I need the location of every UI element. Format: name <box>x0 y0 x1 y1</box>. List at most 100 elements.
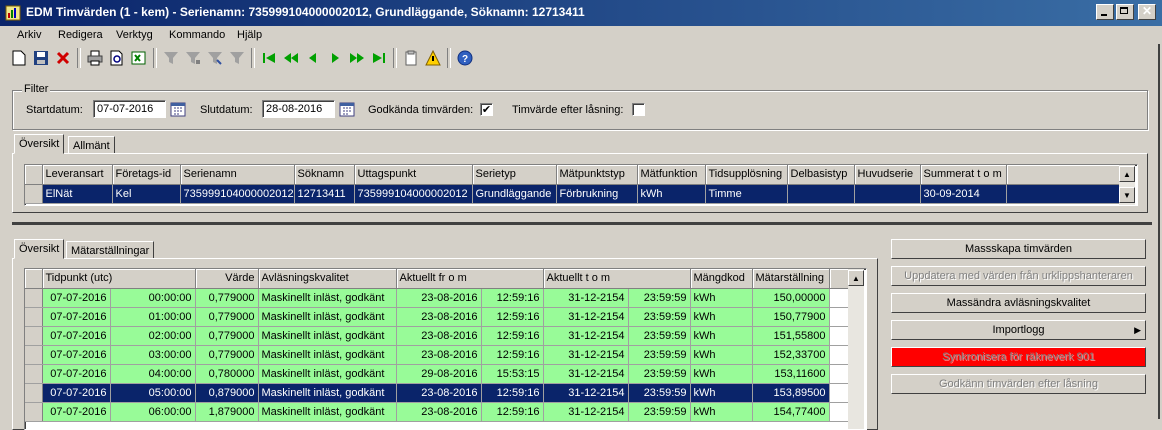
maximize-button[interactable] <box>1116 4 1134 20</box>
last-record-icon[interactable] <box>368 47 390 69</box>
table-cell[interactable]: 153,89500 <box>752 383 830 403</box>
row-header[interactable] <box>25 364 43 384</box>
column-header[interactable]: Uttagspunkt <box>354 165 473 185</box>
scroll-down-icon[interactable]: ▼ <box>1119 187 1135 203</box>
table-cell[interactable]: 01:00:00 <box>110 307 196 327</box>
table-cell[interactable] <box>854 184 921 204</box>
column-header[interactable]: Söknamn <box>294 165 355 185</box>
table-cell[interactable]: 15:53:15 <box>481 364 544 384</box>
table-cell[interactable]: kWh <box>637 184 706 204</box>
table-cell[interactable] <box>787 184 855 204</box>
tab-allmant[interactable]: Allmänt <box>68 136 115 154</box>
tab-oversikt-bottom[interactable]: Översikt <box>14 239 65 259</box>
menu-redigera[interactable]: Redigera <box>58 29 103 41</box>
table-cell[interactable]: Kel <box>112 184 181 204</box>
column-header[interactable]: Värde <box>195 269 259 289</box>
table-cell[interactable]: Maskinellt inläst, godkänt <box>258 402 397 422</box>
table-cell[interactable]: 31-12-2154 <box>543 288 629 308</box>
column-header[interactable]: Tidsupplösning <box>705 165 788 185</box>
column-header[interactable]: Aktuellt t o m <box>543 269 691 289</box>
table-cell[interactable]: 31-12-2154 <box>543 383 629 403</box>
table-row[interactable]: 07-07-2016 01:00:00 0,779000 Maskinellt … <box>25 307 849 327</box>
table-row[interactable]: 07-07-2016 00:00:00 0,779000 Maskinellt … <box>25 288 849 308</box>
menu-kommando[interactable]: Kommando <box>169 29 225 41</box>
tab-matarstallningar[interactable]: Mätarställningar <box>66 241 155 259</box>
mass-change-quality-button[interactable]: Massändra avläsningskvalitet <box>891 293 1146 313</box>
menu-verktyg[interactable]: Verktyg <box>116 29 153 41</box>
table-cell[interactable]: Maskinellt inläst, godkänt <box>258 307 397 327</box>
column-header[interactable]: Aktuellt fr o m <box>396 269 544 289</box>
table-cell[interactable]: 23-08-2016 <box>396 326 482 346</box>
column-header[interactable]: Mängdkod <box>690 269 753 289</box>
previous-record-icon[interactable] <box>302 47 324 69</box>
row-header[interactable] <box>25 383 43 403</box>
next-page-icon[interactable] <box>346 47 368 69</box>
table-cell[interactable]: 23-08-2016 <box>396 402 482 422</box>
minimize-button[interactable] <box>1096 4 1114 20</box>
table-cell[interactable]: ElNät <box>42 184 113 204</box>
remove-filter-icon[interactable] <box>226 47 248 69</box>
print-preview-icon[interactable] <box>106 47 128 69</box>
table-cell[interactable]: 07-07-2016 <box>42 345 111 365</box>
column-header[interactable]: Serienamn <box>180 165 295 185</box>
document-handling-icon[interactable] <box>400 47 422 69</box>
excel-export-icon[interactable] <box>128 47 150 69</box>
table-cell[interactable]: Grundläggande <box>472 184 557 204</box>
column-header[interactable]: Serietyp <box>472 165 557 185</box>
import-log-button[interactable]: Importlogg ▶ <box>891 320 1146 340</box>
scroll-up-icon[interactable]: ▲ <box>848 270 864 286</box>
table-row[interactable]: 07-07-2016 02:00:00 0,779000 Maskinellt … <box>25 326 849 346</box>
alert-icon[interactable] <box>422 47 444 69</box>
mass-create-button[interactable]: Massskapa timvärden <box>891 239 1146 259</box>
row-header[interactable] <box>25 345 43 365</box>
table-cell[interactable]: 23-08-2016 <box>396 288 482 308</box>
first-record-icon[interactable] <box>258 47 280 69</box>
table-cell[interactable]: kWh <box>690 364 753 384</box>
row-header[interactable] <box>25 307 43 327</box>
calendar-icon[interactable] <box>339 101 355 117</box>
table-cell[interactable]: Maskinellt inläst, godkänt <box>258 364 397 384</box>
table-cell[interactable]: 31-12-2154 <box>543 307 629 327</box>
table-cell[interactable]: kWh <box>690 383 753 403</box>
filter-icon[interactable] <box>160 47 182 69</box>
table-cell[interactable]: Förbrukning <box>556 184 638 204</box>
help-icon[interactable]: ? <box>454 47 476 69</box>
row-header[interactable] <box>25 184 43 204</box>
update-from-clipboard-button[interactable]: Uppdatera med värden från urklippshanter… <box>891 266 1146 286</box>
table-cell[interactable]: 23:59:59 <box>628 402 691 422</box>
table-cell[interactable]: 0,879000 <box>195 383 259 403</box>
table-cell[interactable]: 151,55800 <box>752 326 830 346</box>
table-cell[interactable]: Maskinellt inläst, godkänt <box>258 383 397 403</box>
table-cell[interactable]: 150,00000 <box>752 288 830 308</box>
table-cell[interactable]: 30-09-2014 <box>920 184 1007 204</box>
table-cell[interactable]: kWh <box>690 326 753 346</box>
column-header[interactable]: Mätpunktstyp <box>556 165 638 185</box>
close-button[interactable]: ✕ <box>1138 4 1156 20</box>
delete-icon[interactable] <box>52 47 74 69</box>
next-record-icon[interactable] <box>324 47 346 69</box>
row-header[interactable] <box>25 326 43 346</box>
previous-page-icon[interactable] <box>280 47 302 69</box>
scroll-up-icon[interactable]: ▲ <box>1119 166 1135 182</box>
start-date-input[interactable] <box>93 100 166 118</box>
table-cell[interactable]: 0,779000 <box>195 326 259 346</box>
column-header[interactable]: Leveransart <box>42 165 113 185</box>
table-cell[interactable]: 0,780000 <box>195 364 259 384</box>
table-cell[interactable]: 04:00:00 <box>110 364 196 384</box>
table-cell[interactable]: kWh <box>690 402 753 422</box>
table-cell[interactable]: 12713411 <box>294 184 355 204</box>
table-cell[interactable]: 735999104000002012 <box>180 184 295 204</box>
table-cell[interactable]: 23:59:59 <box>628 383 691 403</box>
advanced-filter-icon[interactable] <box>204 47 226 69</box>
column-header[interactable]: Mätfunktion <box>637 165 706 185</box>
table-cell[interactable]: Maskinellt inläst, godkänt <box>258 288 397 308</box>
table-cell[interactable]: 0,779000 <box>195 345 259 365</box>
table-cell[interactable]: kWh <box>690 345 753 365</box>
table-cell[interactable]: 31-12-2154 <box>543 326 629 346</box>
table-cell[interactable]: 31-12-2154 <box>543 345 629 365</box>
table-cell[interactable]: 23:59:59 <box>628 364 691 384</box>
print-icon[interactable] <box>84 47 106 69</box>
sync-counter-button[interactable]: Synkronisera för räkneverk 901 <box>891 347 1146 367</box>
calendar-icon[interactable] <box>170 101 186 117</box>
table-row[interactable]: ElNät Kel 735999104000002012 12713411 73… <box>25 184 1120 204</box>
